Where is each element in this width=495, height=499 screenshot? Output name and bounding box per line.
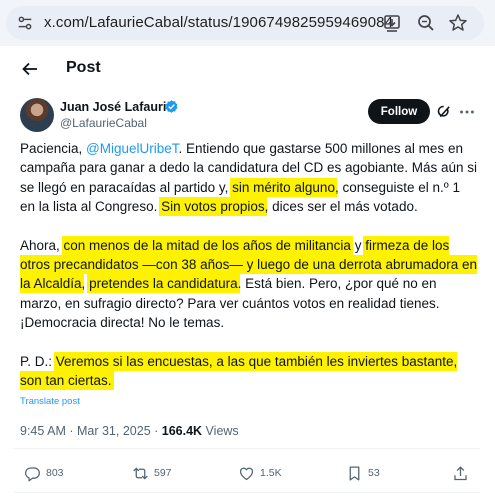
post-time[interactable]: 9:45 AM (20, 424, 66, 438)
repost-count: 597 (154, 467, 172, 479)
url-text[interactable]: x.com/LafaurieCabal/status/1906749825959… (44, 14, 393, 31)
bookmark-button[interactable]: 53 (346, 462, 380, 484)
bookmark-count: 53 (368, 467, 380, 479)
tweet-paragraph-2: Ahora, con menos de la mitad de los años… (20, 237, 478, 331)
reply-button[interactable]: 803 (24, 462, 64, 484)
install-app-icon[interactable] (382, 13, 402, 33)
verified-badge-icon (165, 100, 178, 113)
mention-link[interactable]: @MiguelUribeT (86, 141, 178, 156)
repost-button[interactable]: 597 (132, 462, 172, 484)
page-title: Post (66, 59, 101, 76)
like-button[interactable]: 1.5K (238, 462, 282, 484)
highlight: sin mérito alguno (232, 179, 335, 195)
post-header: Post (0, 46, 495, 92)
zoom-icon[interactable] (416, 13, 436, 33)
avatar[interactable] (20, 98, 54, 132)
post-meta: 9:45 AM · Mar 31, 2025 · 166.4K Views (20, 424, 239, 438)
post-date[interactable]: Mar 31, 2025 (77, 424, 151, 438)
bookmark-icon (349, 465, 360, 481)
divider (14, 492, 480, 493)
back-arrow-icon[interactable] (20, 59, 40, 79)
like-count: 1.5K (260, 467, 282, 479)
author-name[interactable]: Juan José Lafaurie (60, 100, 173, 114)
share-icon (454, 465, 467, 480)
more-options-icon[interactable] (458, 103, 476, 121)
bookmark-star-icon[interactable] (448, 13, 468, 33)
translate-post-link[interactable]: Translate post (20, 396, 80, 407)
grok-icon[interactable] (436, 103, 453, 120)
highlight: con menos de la mitad de los años de mil… (63, 237, 351, 253)
action-bar: 803 597 1.5K 53 (0, 458, 495, 488)
browser-toolbar: x.com/LafaurieCabal/status/1906749825959… (0, 0, 495, 46)
repost-icon (133, 466, 148, 480)
reply-icon (25, 466, 40, 481)
reply-count: 803 (46, 467, 64, 479)
highlight: pretendes la candidatura (89, 276, 238, 292)
views-count: 166.4K (161, 424, 203, 438)
highlight: Veremos si las encuestas, a las que tamb… (20, 353, 458, 389)
views-label: Views (202, 424, 239, 438)
divider (14, 448, 480, 449)
address-bar[interactable]: x.com/LafaurieCabal/status/1906749825959… (6, 6, 484, 40)
highlight: Sin votos propios (161, 199, 265, 215)
tweet-text: Paciencia, @MiguelUribeT. Entiendo que g… (20, 139, 478, 409)
tweet-paragraph-1: Paciencia, @MiguelUribeT. Entiendo que g… (20, 141, 478, 215)
author-handle[interactable]: @LafaurieCabal (60, 116, 147, 130)
follow-button[interactable]: Follow (368, 99, 430, 124)
heart-icon (239, 467, 254, 480)
site-settings-icon[interactable] (16, 14, 34, 32)
share-button[interactable] (452, 462, 469, 484)
tweet-paragraph-3: P. D.: Veremos si las encuestas, a las q… (20, 353, 458, 389)
